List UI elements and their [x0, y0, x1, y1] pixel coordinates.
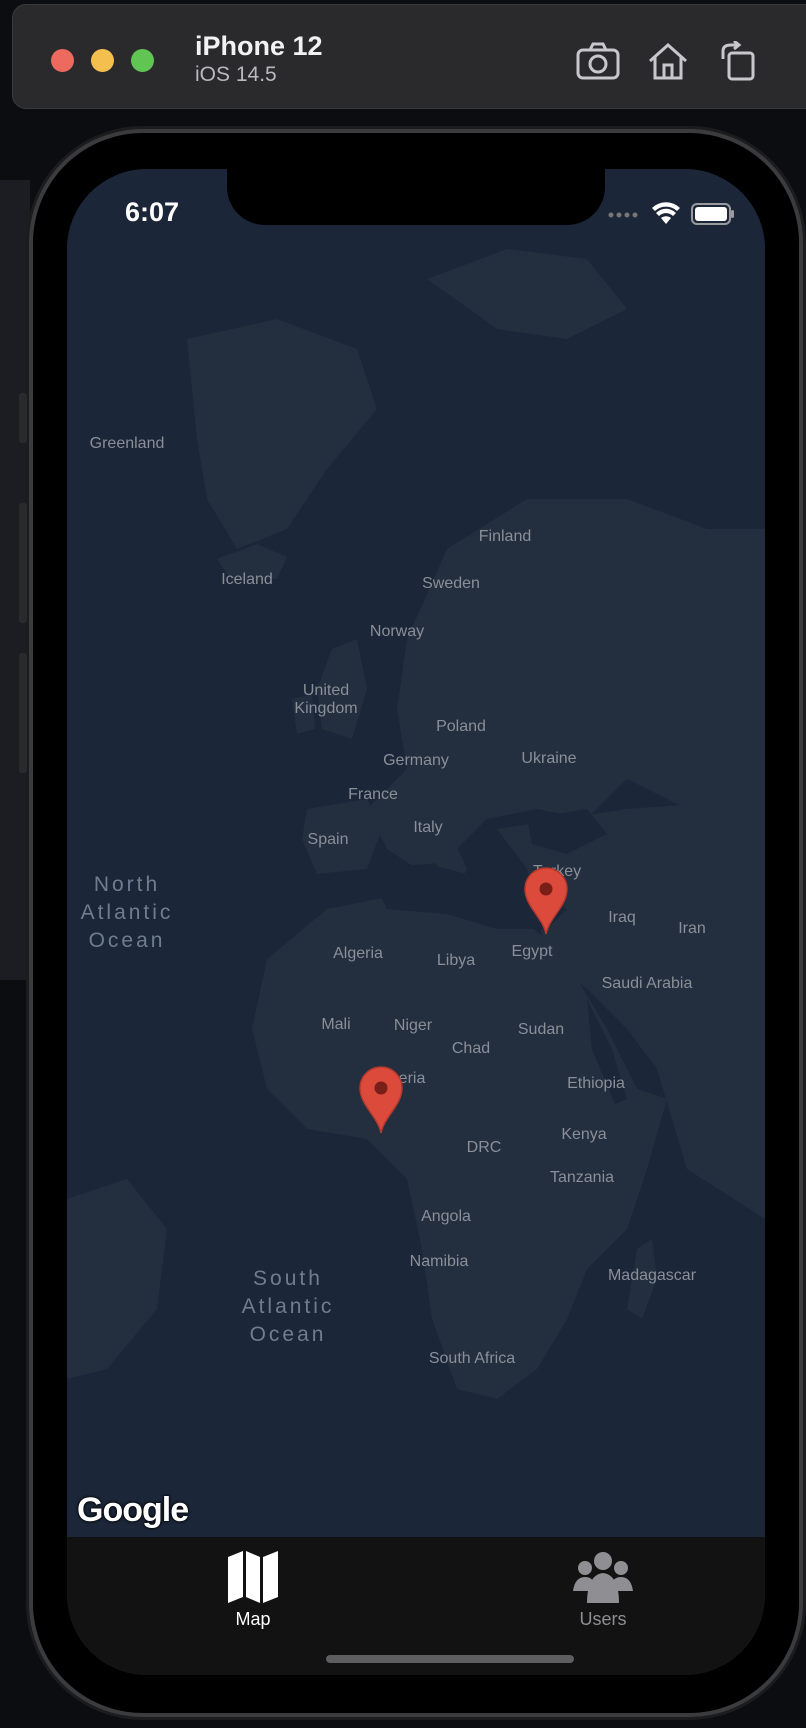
label-sweden: Sweden — [422, 575, 480, 592]
minimize-window-button[interactable] — [91, 49, 114, 72]
simulator-toolbar: iPhone 12 iOS 14.5 — [12, 4, 806, 109]
phone-screen: Greenland Iceland Finland Sweden Norway … — [67, 169, 765, 1675]
home-indicator — [326, 1655, 574, 1663]
status-time: 6:07 — [125, 197, 180, 227]
screenshot-icon[interactable] — [575, 41, 621, 81]
volume-down-button — [19, 653, 27, 773]
label-south-atlantic-ocean: South Atlantic Ocean — [241, 1267, 335, 1346]
label-drc: DRC — [466, 1139, 502, 1156]
label-south-africa: South Africa — [428, 1350, 516, 1367]
label-kenya: Kenya — [561, 1126, 607, 1143]
label-sudan: Sudan — [517, 1021, 565, 1038]
volume-up-button — [19, 503, 27, 623]
phone-frame: Greenland Iceland Finland Sweden Norway … — [19, 133, 799, 1713]
device-name: iPhone 12 — [195, 31, 323, 61]
map-pin-icon — [359, 1066, 403, 1134]
label-iran: Iran — [678, 920, 706, 937]
rotate-icon[interactable] — [715, 39, 761, 81]
google-logo: Google — [77, 1491, 189, 1529]
label-tanzania: Tanzania — [549, 1169, 615, 1186]
zoom-window-button[interactable] — [131, 49, 154, 72]
label-madagascar: Madagascar — [607, 1267, 697, 1284]
map-view[interactable]: Greenland Iceland Finland Sweden Norway … — [67, 169, 765, 1537]
cellular-icon — [608, 212, 638, 218]
status-bar: 6:07 — [67, 169, 765, 259]
label-germany: Germany — [383, 752, 449, 769]
notch — [227, 169, 605, 225]
label-ukraine: Ukraine — [521, 750, 577, 767]
label-ethiopia: Ethiopia — [567, 1075, 625, 1092]
tab-map[interactable]: Map — [183, 1549, 323, 1649]
label-finland: Finland — [478, 528, 532, 545]
tab-map-label: Map — [235, 1609, 271, 1629]
label-greenland: Greenland — [89, 435, 165, 452]
label-iceland: Iceland — [221, 571, 273, 588]
label-spain: Spain — [307, 831, 349, 848]
label-iraq: Iraq — [608, 909, 636, 926]
mute-switch — [19, 393, 27, 443]
label-poland: Poland — [436, 718, 486, 735]
label-niger: Niger — [393, 1017, 433, 1034]
label-algeria: Algeria — [333, 945, 383, 962]
marker-egypt[interactable] — [523, 866, 569, 936]
label-italy: Italy — [413, 819, 443, 836]
label-angola: Angola — [421, 1208, 471, 1225]
wifi-icon — [652, 202, 680, 224]
label-norway: Norway — [369, 623, 425, 640]
label-egypt: Egypt — [511, 943, 553, 960]
users-icon — [573, 1552, 633, 1603]
battery-icon — [691, 203, 734, 225]
label-united-kingdom: United Kingdom — [294, 682, 358, 717]
map-land-shapes — [67, 249, 765, 1399]
label-mali: Mali — [321, 1016, 351, 1033]
label-libya: Libya — [436, 952, 476, 969]
home-icon[interactable] — [645, 41, 691, 81]
tab-bar: Map Users — [67, 1537, 765, 1675]
close-window-button[interactable] — [51, 49, 74, 72]
marker-nigeria[interactable] — [358, 1065, 404, 1135]
label-saudi-arabia: Saudi Arabia — [601, 975, 693, 992]
label-namibia: Namibia — [409, 1253, 469, 1270]
label-chad: Chad — [451, 1040, 491, 1057]
map-pin-icon — [524, 867, 568, 935]
label-north-atlantic-ocean: North Atlantic Ocean — [80, 873, 174, 952]
os-version: iOS 14.5 — [195, 63, 277, 86]
tab-users-label: Users — [579, 1609, 627, 1629]
label-france: France — [348, 786, 398, 803]
map-icon — [228, 1551, 278, 1603]
tab-users[interactable]: Users — [533, 1549, 673, 1649]
